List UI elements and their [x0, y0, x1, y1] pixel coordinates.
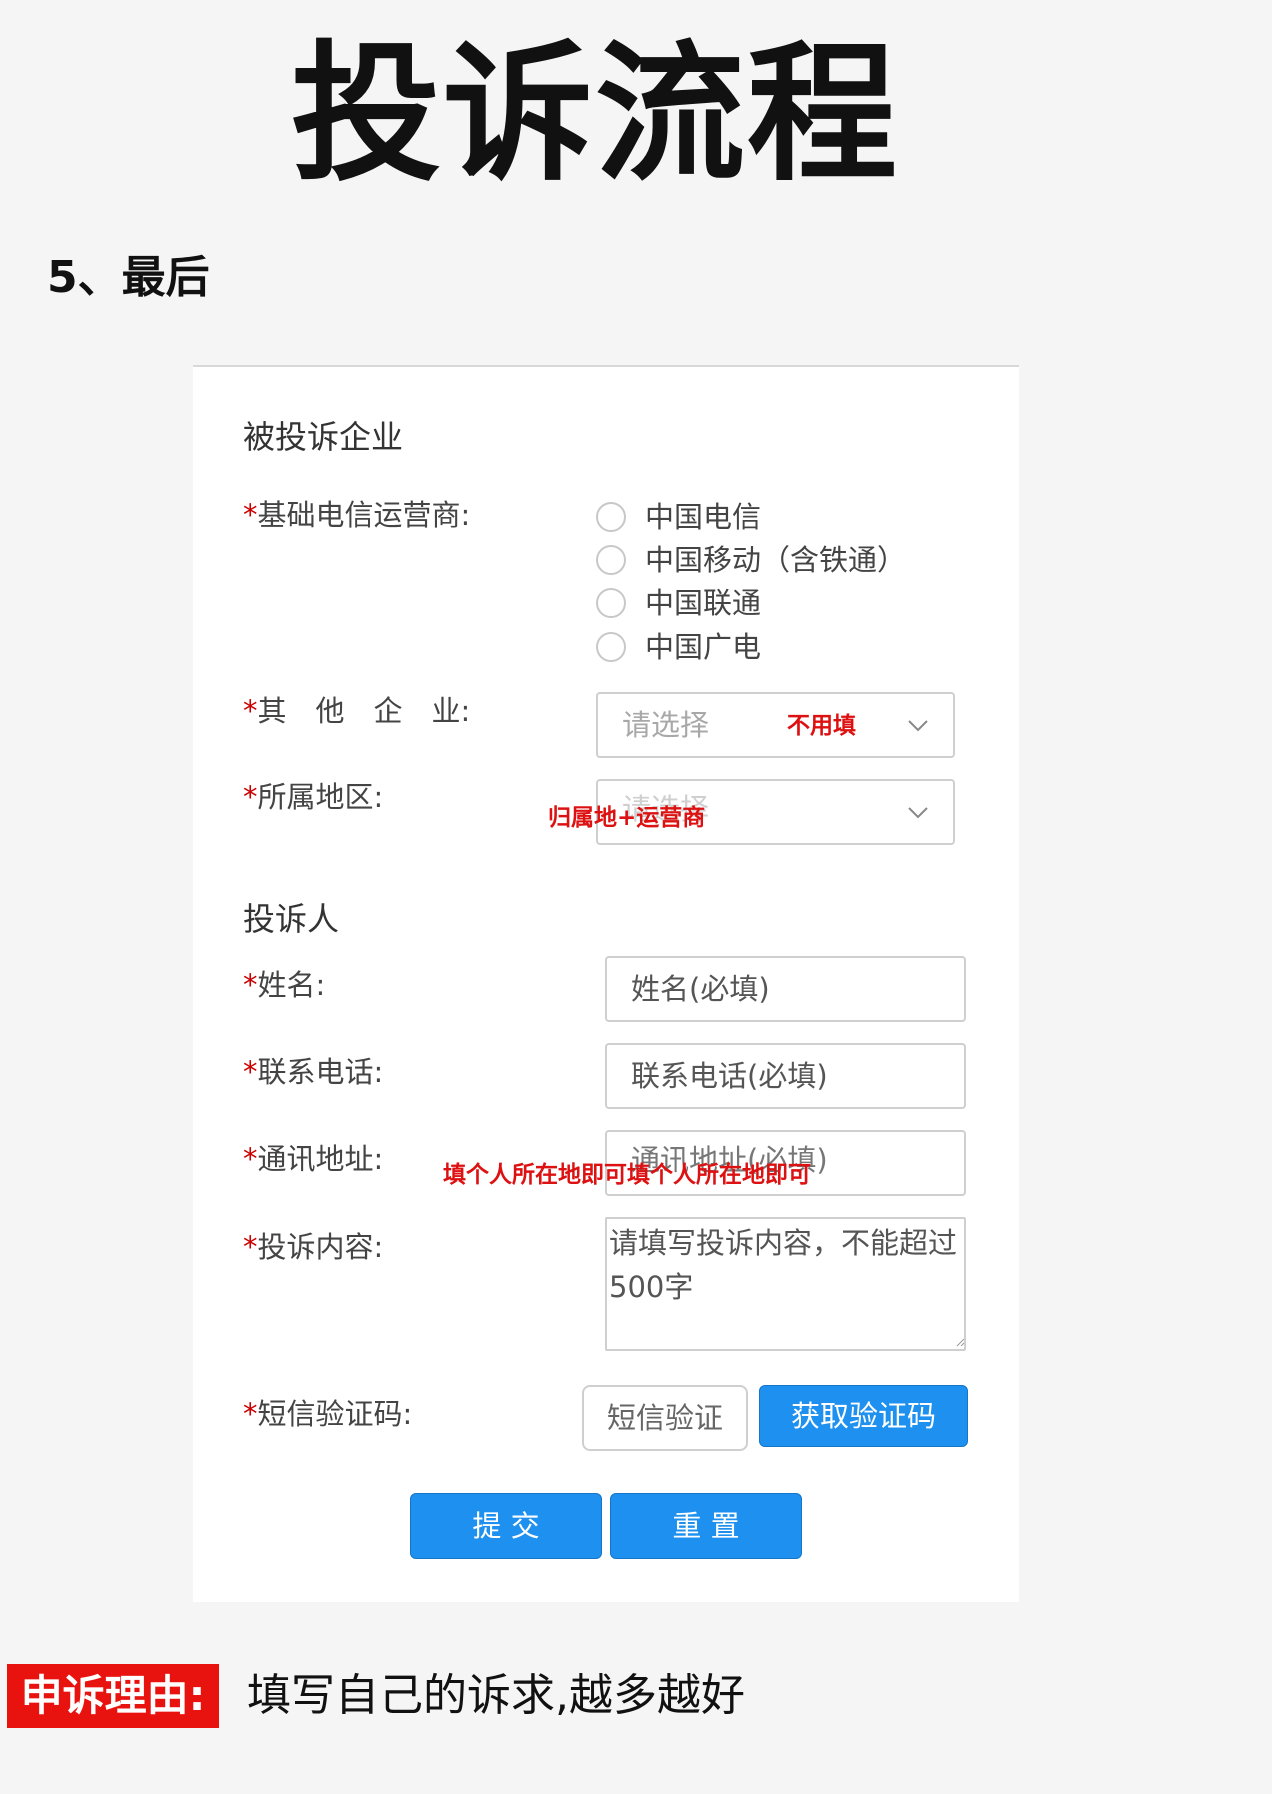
section-title-company: 被投诉企业 [243, 418, 404, 456]
content-label: *投诉内容: [243, 1230, 384, 1264]
section-title-complainant: 投诉人 [243, 900, 340, 938]
appeal-reason-badge: 申诉理由: [7, 1664, 219, 1728]
name-input[interactable]: 姓名(必填) [605, 956, 966, 1022]
sms-code-input[interactable]: 短信验证 [582, 1385, 748, 1451]
radio-operator-mobile[interactable] [596, 545, 626, 575]
other-company-select[interactable]: 请选择 [596, 692, 955, 758]
other-company-note: 不用填 [787, 713, 856, 739]
radio-operator-unicom[interactable] [596, 588, 626, 618]
get-sms-code-button[interactable]: 获取验证码 [759, 1385, 968, 1447]
sms-label: *短信验证码: [243, 1397, 413, 1431]
required-mark: * [243, 498, 258, 532]
submit-button[interactable]: 提 交 [410, 1493, 602, 1559]
radio-label-unicom: 中国联通 [645, 586, 762, 620]
phone-label: *联系电话: [243, 1055, 384, 1089]
radio-label-telecom: 中国电信 [645, 500, 762, 534]
name-placeholder: 姓名(必填) [631, 972, 770, 1006]
reset-button[interactable]: 重 置 [610, 1493, 802, 1559]
chevron-down-icon [908, 720, 928, 732]
appeal-reason-text: 填写自己的诉求,越多越好 [247, 1670, 745, 1721]
other-company-label: *其 他 企 业: [243, 694, 471, 728]
region-note: 归属地+运营商 [548, 805, 706, 831]
other-company-placeholder: 请选择 [622, 708, 710, 742]
complaint-form-panel: 被投诉企业 *基础电信运营商: 中国电信 中国移动（含铁通） 中国联通 中国广电… [193, 365, 1019, 1602]
name-label: *姓名: [243, 968, 326, 1002]
content-placeholder: 请填写投诉内容，不能超过500字 [609, 1226, 958, 1304]
address-note: 填个人所在地即可填个人所在地即可 [443, 1162, 811, 1188]
chevron-down-icon [908, 807, 928, 819]
region-label: *所属地区: [243, 780, 384, 814]
phone-placeholder: 联系电话(必填) [631, 1059, 828, 1093]
radio-label-mobile: 中国移动（含铁通） [645, 543, 907, 577]
address-label: *通讯地址: [243, 1142, 384, 1176]
resize-handle-icon[interactable] [955, 1337, 965, 1347]
radio-operator-telecom[interactable] [596, 502, 626, 532]
content-textarea[interactable]: 请填写投诉内容，不能超过500字 [605, 1217, 966, 1351]
page-title: 投诉流程 [290, 28, 899, 202]
radio-label-broadnet: 中国广电 [645, 630, 762, 664]
radio-operator-broadnet[interactable] [596, 632, 626, 662]
operator-label: *基础电信运营商: [243, 498, 471, 532]
phone-input[interactable]: 联系电话(必填) [605, 1043, 966, 1109]
step-label: 5、最后 [47, 252, 210, 303]
